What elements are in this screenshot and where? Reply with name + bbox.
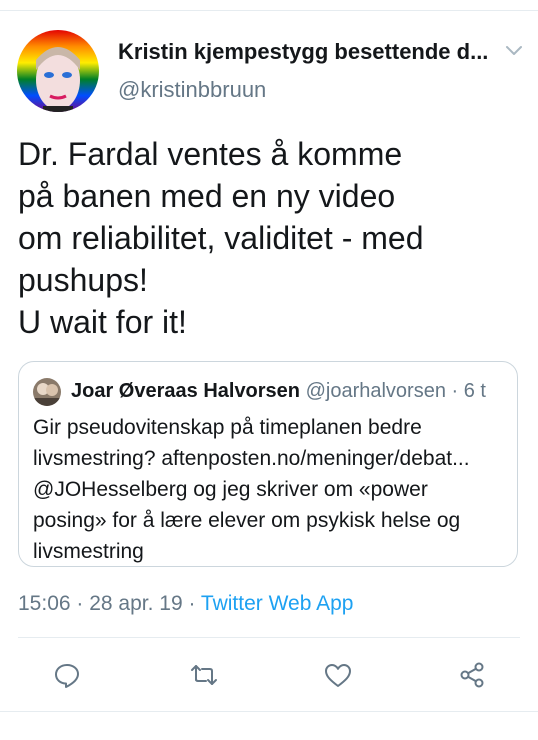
top-divider (0, 10, 538, 11)
user-handle[interactable]: @kristinbbruun (118, 77, 266, 103)
tweet-text-line: pushups! (18, 262, 148, 298)
share-icon (460, 662, 484, 688)
quote-text: Gir pseudovitenskap på timeplanen bedre … (33, 412, 513, 567)
tweet-metadata: 15:06 · 28 apr. 19 · Twitter Web App (18, 592, 353, 616)
bottom-divider (0, 711, 538, 712)
quote-header: Joar Øveraas Halvorsen @joarhalvorsen · … (71, 380, 511, 403)
tweet-source-link[interactable]: Twitter Web App (201, 592, 354, 615)
share-button[interactable] (452, 655, 492, 695)
display-name[interactable]: Kristin kjempestygg besettende d... (118, 39, 488, 65)
tweet-text: Dr. Fardal ventes å komme på banen med e… (18, 133, 518, 343)
quote-text-line: Gir pseudovitenskap på timeplanen bedre (33, 416, 422, 439)
quote-text-line: posing» for å lære elever om psykisk hel… (33, 509, 461, 532)
retweet-button[interactable] (184, 655, 224, 695)
quote-text-line: @JOHesselberg og jeg skriver om «power (33, 478, 428, 501)
tweet-text-line: U wait for it! (18, 304, 187, 340)
tweet-actions (0, 655, 538, 697)
tweet-timestamp: 15:06 · 28 apr. 19 · (18, 592, 201, 615)
quote-text-line: livsmestring? aftenposten.no/meninger/de… (33, 447, 470, 470)
reply-button[interactable] (47, 655, 87, 695)
tweet-detail: Kristin kjempestygg besettende d... @kri… (0, 0, 538, 740)
tweet-text-line: på banen med en ny video (18, 178, 396, 214)
quote-avatar (33, 378, 61, 406)
tweet-text-line: om reliabilitet, validitet - med (18, 220, 424, 256)
quote-author-name: Joar Øveraas Halvorsen (71, 380, 301, 402)
quote-author-meta: @joarhalvorsen · 6 t (300, 380, 486, 402)
tweet-text-line: Dr. Fardal ventes å komme (18, 136, 403, 172)
quote-text-line: livsmestring (33, 540, 144, 563)
like-button[interactable] (318, 655, 358, 695)
chevron-down-icon[interactable] (504, 42, 524, 58)
avatar[interactable] (17, 30, 99, 112)
quoted-tweet-card[interactable]: Joar Øveraas Halvorsen @joarhalvorsen · … (18, 361, 518, 567)
heart-icon (325, 664, 351, 687)
retweet-icon (191, 665, 217, 685)
avatar-image (17, 30, 99, 112)
actions-divider (18, 637, 520, 638)
reply-icon (55, 664, 79, 688)
